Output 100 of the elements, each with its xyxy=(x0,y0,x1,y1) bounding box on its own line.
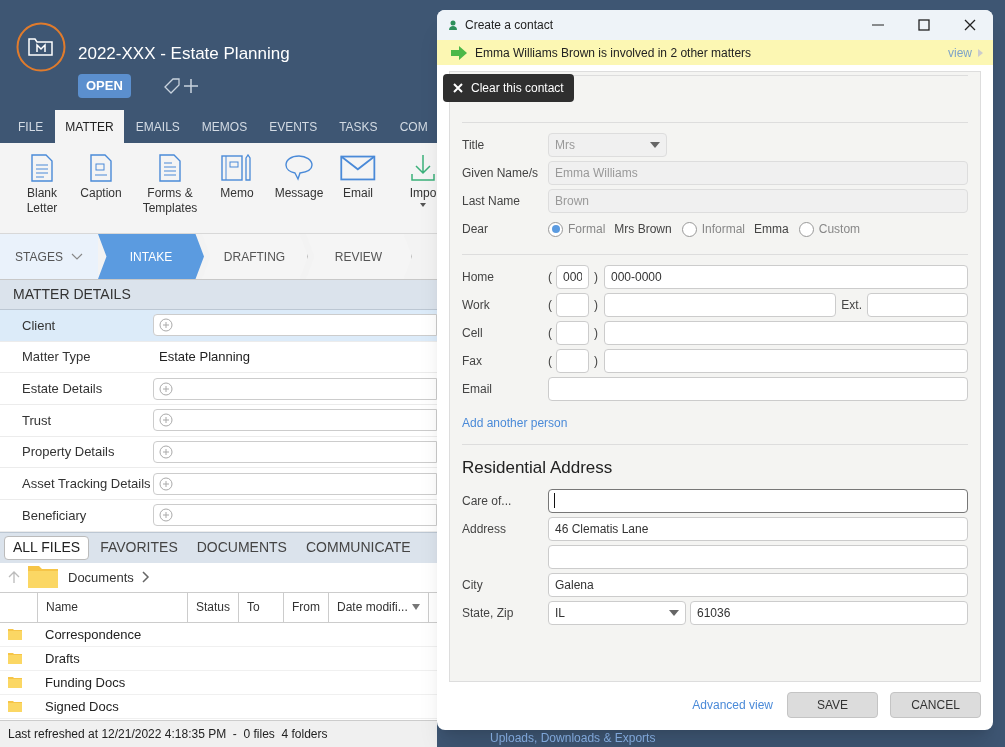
add-field[interactable] xyxy=(153,441,437,464)
download-icon xyxy=(410,154,436,182)
banner-text: Emma Williams Brown is involved in 2 other matters xyxy=(475,44,753,62)
category-tab[interactable]: COMMUNICATE xyxy=(297,535,419,560)
stages-dropdown[interactable]: STAGES xyxy=(0,234,98,279)
maximize-icon xyxy=(918,19,930,31)
ribbon-button[interactable]: Blank Letter xyxy=(14,154,70,216)
text-cursor xyxy=(554,493,555,508)
ribbon-button[interactable]: Email xyxy=(332,154,384,201)
extension-field[interactable] xyxy=(867,293,968,317)
column-header[interactable]: From xyxy=(284,592,330,622)
area-code-field[interactable] xyxy=(556,321,589,345)
person-icon xyxy=(449,20,457,30)
column-header[interactable]: Name xyxy=(38,592,188,622)
detail-row[interactable]: Client xyxy=(0,310,437,342)
phone-number-field[interactable]: 000-0000 xyxy=(604,265,968,289)
paren-text: ( xyxy=(548,353,553,370)
address-field[interactable] xyxy=(548,544,968,569)
address-field[interactable]: 46 Clematis Lane xyxy=(548,516,968,541)
ribbon-tab[interactable]: FILE xyxy=(8,110,54,143)
ribbon-button[interactable]: Caption xyxy=(70,154,132,201)
paren-text: ( xyxy=(548,269,553,286)
folder-icon xyxy=(8,628,22,640)
ribbon-button[interactable]: Memo xyxy=(208,154,266,201)
column-header[interactable]: Date modifi... xyxy=(329,592,430,622)
file-row[interactable]: Correspondence xyxy=(0,622,437,647)
paren-text: ( xyxy=(548,297,553,314)
add-circle-icon xyxy=(159,476,173,491)
sort-arrow-icon xyxy=(411,604,420,611)
status-text: Last refreshed at 12/21/2022 4:18:35 PM - 0 files 4 folders xyxy=(8,726,328,743)
field-label: Dear xyxy=(462,221,489,238)
area-code-field[interactable]: 000 xyxy=(556,265,589,289)
ribbon-button[interactable]: Impo xyxy=(400,154,437,207)
phone-number-field[interactable] xyxy=(604,349,968,373)
dropdown-arrow-icon xyxy=(650,142,660,148)
add-circle-icon xyxy=(159,508,173,523)
section-header: MATTER DETAILS xyxy=(0,280,437,310)
paren-text: ) xyxy=(594,269,599,286)
ribbon-tab[interactable]: MATTER xyxy=(55,110,124,143)
paren-text: ) xyxy=(594,297,599,314)
chevron-right-icon xyxy=(141,571,150,584)
document-icon xyxy=(158,154,182,182)
advanced-view-link[interactable]: Advanced view xyxy=(692,696,773,714)
add-field[interactable] xyxy=(153,504,437,527)
notebook-icon xyxy=(221,154,253,182)
field-label: Ext. xyxy=(841,297,862,314)
add-field[interactable] xyxy=(153,377,437,400)
paren-text: ( xyxy=(548,325,553,342)
field-label: Email xyxy=(462,381,493,398)
column-header[interactable]: Status xyxy=(188,592,240,622)
category-tab[interactable]: FAVORITES xyxy=(92,535,186,560)
document-icon xyxy=(89,154,113,182)
folder-icon xyxy=(8,676,22,688)
close-icon xyxy=(964,19,976,31)
paren-text: ) xyxy=(594,325,599,342)
ribbon-tab[interactable]: EMAILS xyxy=(125,110,190,143)
area-code-field[interactable] xyxy=(556,349,589,373)
status-badge: OPEN xyxy=(78,74,131,98)
phone-number-field[interactable] xyxy=(604,293,837,317)
city-field[interactable]: Galena xyxy=(548,572,968,597)
add-field[interactable] xyxy=(153,409,437,432)
file-row[interactable]: Drafts xyxy=(0,646,437,671)
add-circle-icon xyxy=(159,413,173,428)
salutation-text: Emma xyxy=(754,221,789,238)
clear-contact-button[interactable]: Clear this contact xyxy=(443,74,574,102)
dialog-button[interactable]: CANCEL xyxy=(890,692,981,718)
dialog-button[interactable]: SAVE xyxy=(787,692,878,718)
paren-text: ) xyxy=(594,353,599,370)
field-label: State, Zip xyxy=(462,604,515,622)
phone-number-field[interactable] xyxy=(604,321,968,345)
add-field[interactable] xyxy=(153,472,437,495)
field-label: Given Name/s xyxy=(462,165,540,182)
add-circle-icon xyxy=(159,445,173,460)
breadcrumb-link[interactable]: Documents xyxy=(68,567,134,588)
category-tab[interactable]: DOCUMENTS xyxy=(188,535,295,560)
zip-field[interactable]: 61036 xyxy=(690,600,968,625)
state-dropdown[interactable]: IL xyxy=(548,600,686,625)
envelope-icon xyxy=(340,154,376,182)
column-header[interactable]: To xyxy=(239,592,285,622)
caret-right-icon xyxy=(978,48,983,57)
speech-bubble-icon xyxy=(284,154,314,182)
file-row[interactable]: Funding Docs xyxy=(0,670,437,695)
category-tab[interactable]: ALL FILES xyxy=(4,535,90,560)
ribbon-tab[interactable]: MEMOS xyxy=(191,110,258,143)
ribbon-button[interactable]: Forms & Templates xyxy=(132,154,208,216)
ribbon-tab[interactable]: COM xyxy=(389,110,437,143)
ribbon-button[interactable]: Message xyxy=(266,154,332,201)
file-row[interactable]: Signed Docs xyxy=(0,694,437,719)
matter-title: 2022-XXX - Estate Planning xyxy=(78,44,290,64)
field-label: Care of... xyxy=(462,492,513,510)
add-field[interactable] xyxy=(153,314,437,337)
email-field[interactable] xyxy=(548,377,968,401)
area-code-field[interactable] xyxy=(556,293,589,317)
document-icon xyxy=(30,154,54,182)
detail-value: Estate Planning xyxy=(158,348,251,367)
dialog-title: Create a contact xyxy=(465,17,555,34)
care-of-field[interactable] xyxy=(548,488,968,513)
ribbon-tab[interactable]: TASKS xyxy=(329,110,388,143)
close-icon xyxy=(453,83,463,93)
ribbon-tab[interactable]: EVENTS xyxy=(259,110,328,143)
